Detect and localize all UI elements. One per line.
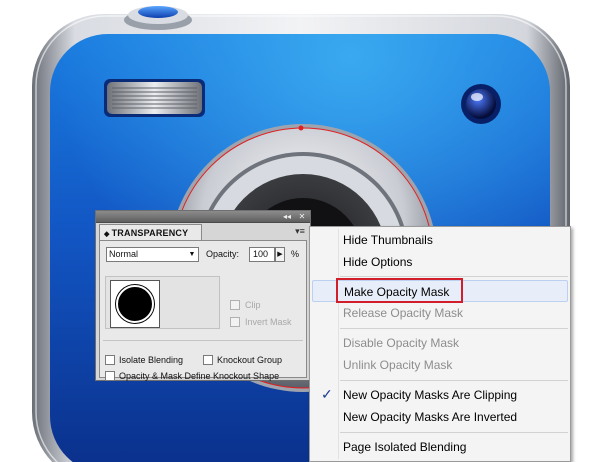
- artwork-thumbnail[interactable]: [110, 280, 160, 328]
- opacity-mask-knockout-label: Opacity & Mask Define Knockout Shape: [119, 371, 280, 381]
- opacity-unit: %: [291, 249, 300, 259]
- clip-label: Clip: [245, 300, 261, 310]
- transparency-panel: ◂◂ ✕ ◆ TRANSPARENCY ▾≡ Normal ▼ Opacity: …: [95, 210, 311, 381]
- clip-checkbox[interactable]: [230, 300, 240, 310]
- thumbnail-area: [105, 276, 220, 329]
- opacity-mask-knockout-checkbox[interactable]: [105, 371, 115, 381]
- menu-item-label: Disable Opacity Mask: [343, 336, 460, 350]
- tab-label: TRANSPARENCY: [111, 228, 189, 238]
- knockout-group-label: Knockout Group: [217, 355, 283, 365]
- menu-item-label: New Opacity Masks Are Inverted: [343, 410, 518, 424]
- isolate-blending-label: Isolate Blending: [119, 355, 184, 365]
- menu-item-release-opacity-mask[interactable]: Release Opacity Mask: [312, 302, 568, 324]
- panel-titlebar: ◂◂ ✕: [96, 211, 310, 223]
- menu-separator: [340, 380, 568, 381]
- menu-separator: [340, 328, 568, 329]
- thumbnail-circle: [116, 285, 154, 323]
- tab-arrows-icon: ◆: [104, 231, 110, 238]
- menu-item-page-isolated-blending[interactable]: Page Isolated Blending: [312, 436, 568, 458]
- blend-mode-value: Normal: [109, 249, 139, 259]
- menu-item-label: New Opacity Masks Are Clipping: [343, 388, 518, 402]
- menu-item-hide-thumbnails[interactable]: Hide Thumbnails: [312, 229, 568, 251]
- close-panel-button[interactable]: ✕: [297, 212, 307, 222]
- opacity-stepper-arrow[interactable]: ▶: [275, 247, 285, 262]
- isolate-blending-checkbox[interactable]: [105, 355, 115, 365]
- invert-mask-checkbox[interactable]: [230, 317, 240, 327]
- blend-mode-select[interactable]: Normal ▼: [106, 247, 199, 262]
- menu-item-new-masks-inverted[interactable]: New Opacity Masks Are Inverted: [312, 406, 568, 428]
- menu-item-hide-options[interactable]: Hide Options: [312, 251, 568, 273]
- menu-item-label: Release Opacity Mask: [343, 306, 464, 320]
- menu-item-disable-opacity-mask[interactable]: Disable Opacity Mask: [312, 332, 568, 354]
- opacity-input[interactable]: 100: [249, 247, 275, 262]
- menu-separator: [340, 432, 568, 433]
- panel-divider: [103, 340, 303, 341]
- menu-item-label: Hide Options: [343, 255, 413, 269]
- panel-menu-button[interactable]: ▾≡: [294, 226, 306, 236]
- menu-item-new-masks-clipping[interactable]: ✓ New Opacity Masks Are Clipping: [312, 384, 568, 406]
- highlight-annotation: [336, 278, 463, 303]
- chevron-down-icon: ▼: [188, 251, 196, 258]
- knockout-group-checkbox[interactable]: [203, 355, 213, 365]
- opacity-label: Opacity:: [206, 249, 240, 259]
- panel-body: Normal ▼ Opacity: 100 ▶ % Clip Invert Ma…: [99, 240, 307, 381]
- menu-separator: [340, 276, 568, 277]
- shutter-button: [138, 6, 178, 18]
- menu-item-unlink-opacity-mask[interactable]: Unlink Opacity Mask: [312, 354, 568, 376]
- panel-context-menu: Hide Thumbnails Hide Options Make Opacit…: [309, 226, 571, 462]
- checkmark-icon: ✓: [321, 386, 333, 402]
- invert-mask-label: Invert Mask: [245, 317, 292, 327]
- tab-transparency[interactable]: ◆ TRANSPARENCY: [99, 224, 202, 241]
- collapse-panel-button[interactable]: ◂◂: [282, 212, 292, 222]
- menu-item-label: Page Isolated Blending: [343, 440, 467, 454]
- menu-item-label: Unlink Opacity Mask: [343, 358, 453, 372]
- menu-item-label: Hide Thumbnails: [343, 233, 433, 247]
